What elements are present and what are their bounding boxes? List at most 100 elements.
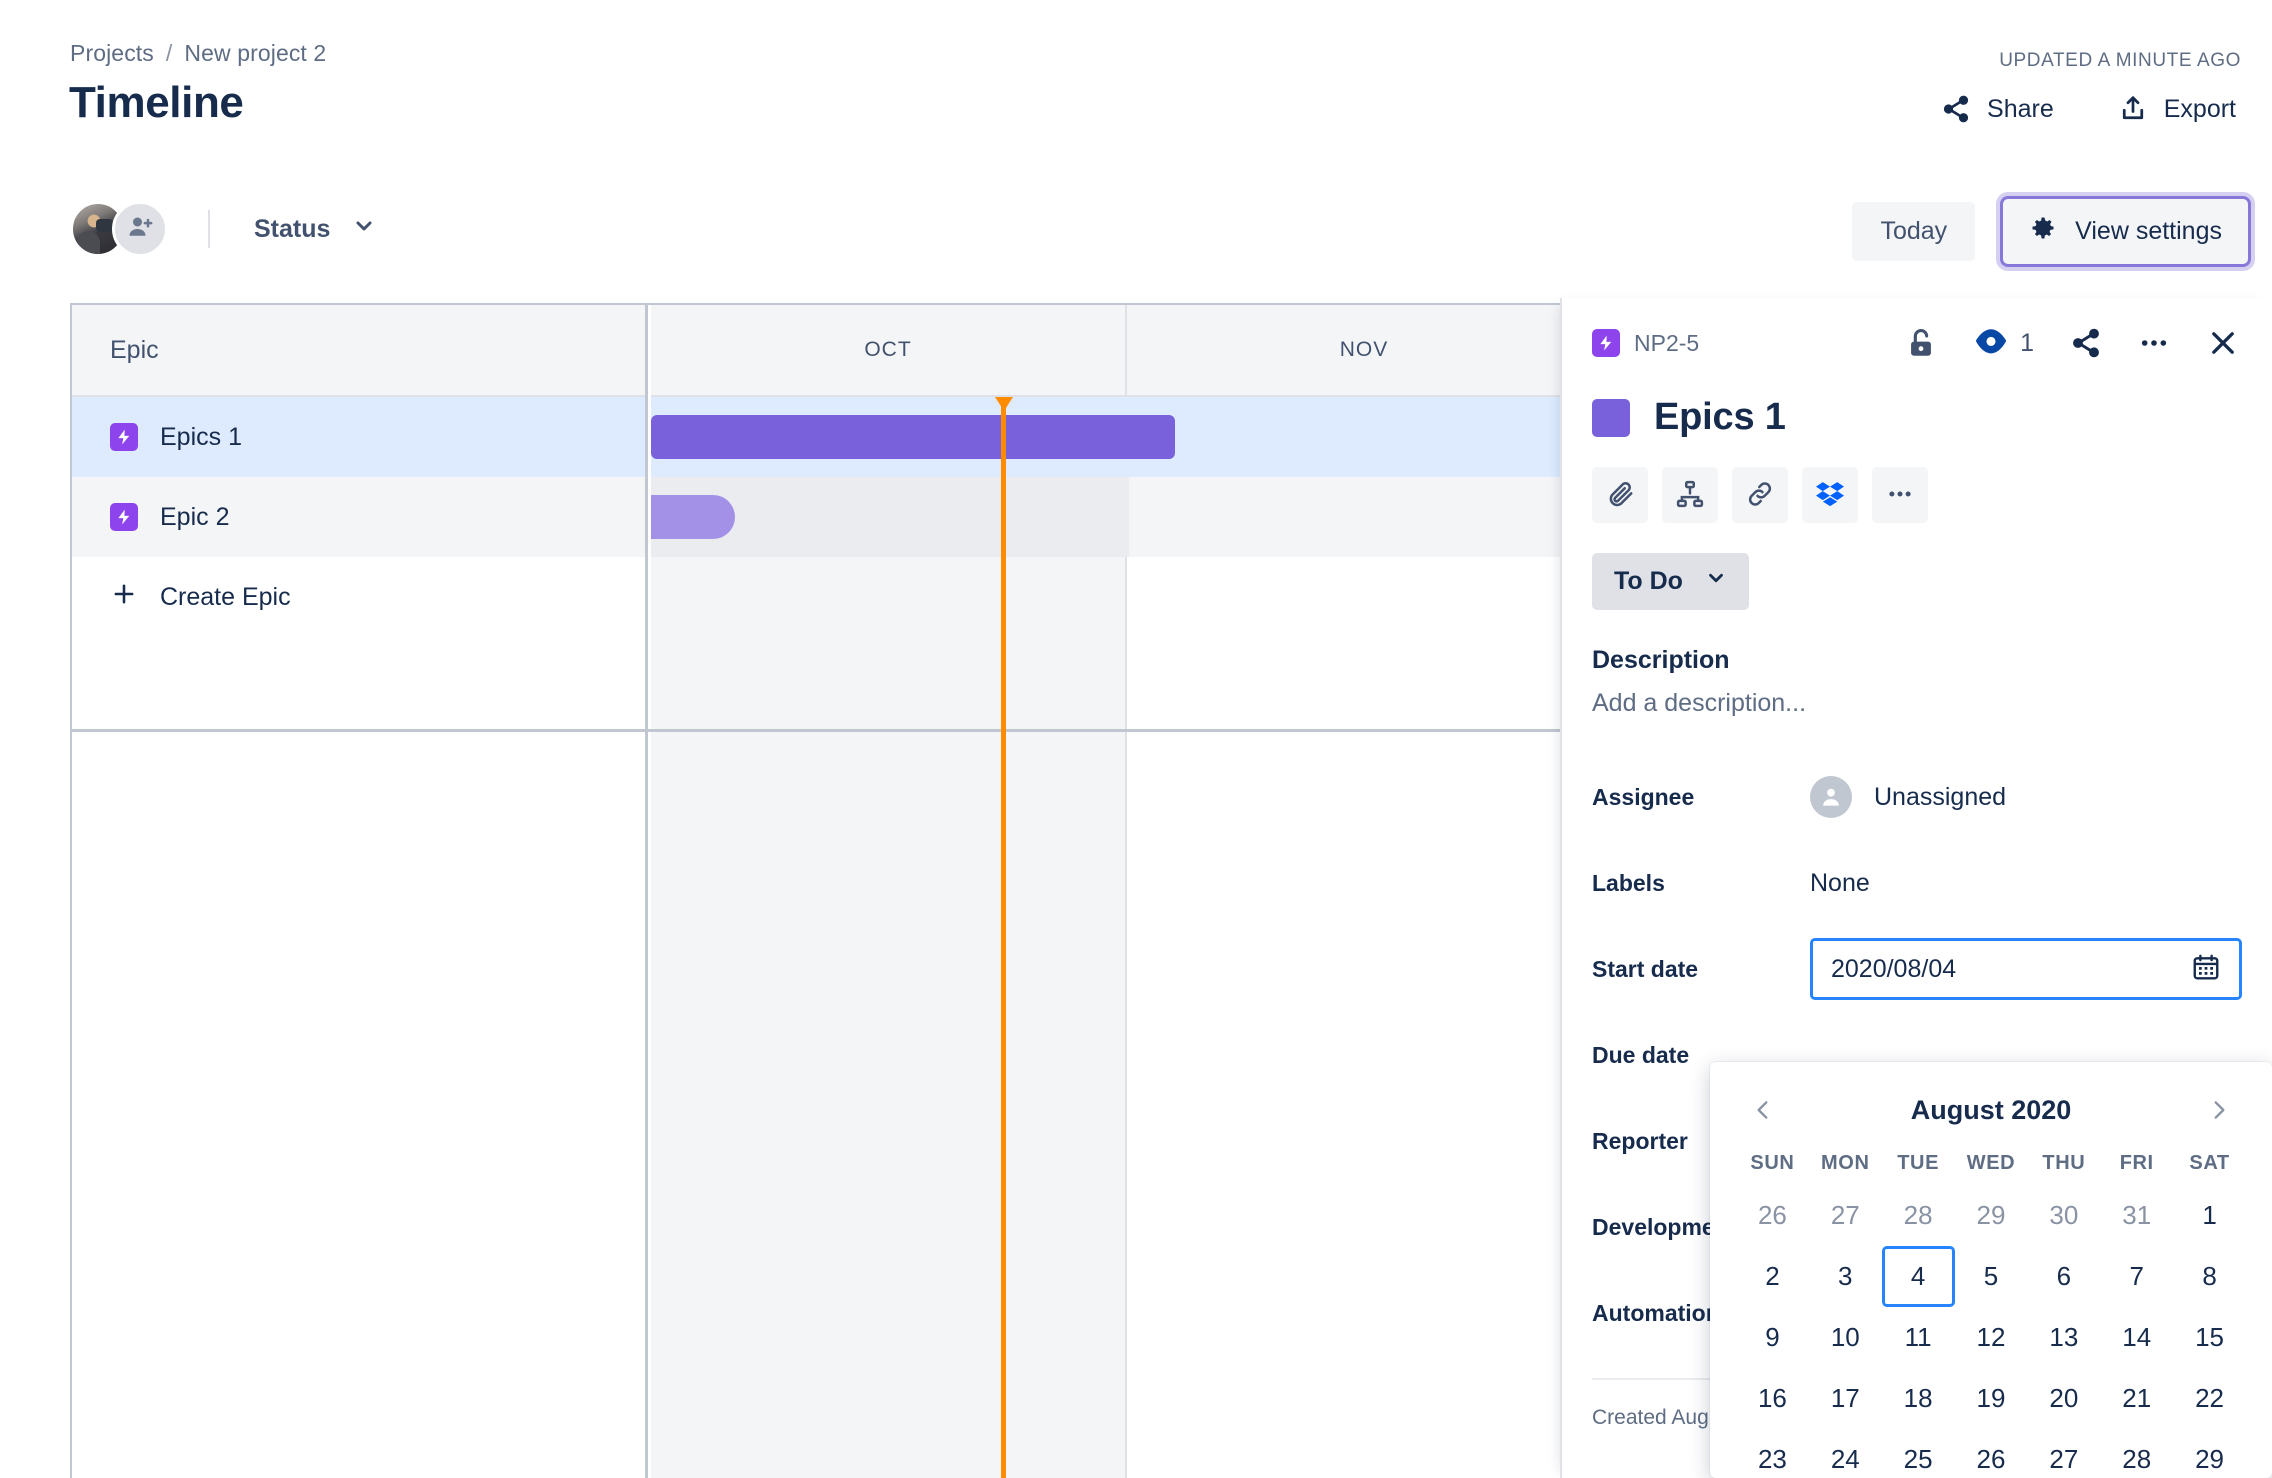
next-month-button[interactable] [2192, 1087, 2246, 1133]
calendar-day-cell[interactable]: 5 [1955, 1246, 2028, 1307]
assignee-label: Assignee [1592, 783, 1695, 810]
calendar-day-cell[interactable]: 7 [2100, 1246, 2173, 1307]
timeline-bar-epics-1[interactable] [651, 415, 1175, 459]
chevron-down-icon [352, 214, 376, 245]
status-filter-dropdown[interactable]: Status [244, 206, 386, 253]
epic-list-item-epic-2[interactable]: Epic 2 [72, 477, 645, 557]
calendar-header: August 2020 [1736, 1082, 2246, 1138]
calendar-day-name: THU [2042, 1152, 2086, 1174]
issue-title[interactable]: Epics 1 [1654, 396, 1786, 439]
calendar-day-cell[interactable]: 17 [1809, 1368, 1882, 1429]
calendar-day-names: SUN MON TUE WED THU FRI SAT [1736, 1138, 2246, 1185]
gear-icon [2029, 214, 2057, 249]
epic-list-item-epics-1[interactable]: Epics 1 [72, 397, 645, 477]
more-options-icon[interactable] [2136, 325, 2172, 361]
epic-color-swatch[interactable] [1592, 398, 1630, 437]
close-icon[interactable] [2204, 324, 2242, 362]
month-header-nov: NOV [1127, 305, 1603, 395]
link-icon [1745, 479, 1775, 512]
calendar-day-cell[interactable]: 21 [2100, 1368, 2173, 1429]
calendar-day-cell[interactable]: 18 [1882, 1368, 1955, 1429]
calendar-day-cell[interactable]: 31 [2100, 1185, 2173, 1246]
status-filter-label: Status [254, 214, 331, 243]
calendar-day-cell[interactable]: 27 [2027, 1429, 2100, 1478]
calendar-day-cell[interactable]: 8 [2173, 1246, 2246, 1307]
calendar-day-cell[interactable]: 27 [1809, 1185, 1882, 1246]
calendar-icon[interactable] [2191, 952, 2221, 987]
start-date-label: Start date [1592, 955, 1699, 982]
calendar-day-cell[interactable]: 14 [2100, 1307, 2173, 1368]
add-people-button[interactable] [112, 201, 168, 257]
calendar-day-cell[interactable]: 12 [1955, 1307, 2028, 1368]
calendar-day-cell[interactable]: 29 [1955, 1185, 2028, 1246]
calendar-day-cell[interactable]: 1 [2173, 1185, 2246, 1246]
panel-header: NP2-5 1 [1562, 298, 2272, 362]
share-icon[interactable] [2068, 325, 2104, 361]
labels-value[interactable]: None [1810, 869, 1870, 898]
calendar-day-cell[interactable]: 23 [1736, 1429, 1809, 1478]
view-settings-button[interactable]: View settings [2003, 199, 2248, 264]
epic-list-item-label: Epic 2 [160, 502, 230, 531]
epic-column-header: Epic [72, 305, 645, 397]
start-date-input[interactable] [1831, 954, 2191, 984]
panel-header-actions: 1 [1902, 324, 2242, 362]
calendar-day-name: WED [1966, 1152, 2016, 1174]
share-icon [1941, 94, 1971, 124]
issue-key-link[interactable]: NP2-5 [1592, 329, 1699, 357]
calendar-day-cell[interactable]: 30 [2027, 1185, 2100, 1246]
export-icon [2118, 94, 2148, 124]
month-band-nov [1129, 397, 1605, 1478]
calendar-day-cell[interactable]: 26 [1736, 1185, 1809, 1246]
calendar-day-cell[interactable]: 22 [2173, 1368, 2246, 1429]
breadcrumb-project[interactable]: New project 2 [184, 40, 326, 67]
status-label: To Do [1614, 567, 1683, 595]
calendar-day-cell[interactable]: 29 [2173, 1429, 2246, 1478]
calendar-day-name: TUE [1897, 1152, 1940, 1174]
link-issue-button[interactable] [1732, 467, 1788, 523]
calendar-day-cell[interactable]: 20 [2027, 1368, 2100, 1429]
watchers-button[interactable]: 1 [1972, 325, 2036, 362]
dropbox-icon [1815, 479, 1845, 512]
epic-list-item-label: Epics 1 [160, 422, 242, 451]
share-button[interactable]: Share [1933, 88, 2062, 130]
calendar-day-cell[interactable]: 25 [1882, 1429, 1955, 1478]
calendar-day-cell[interactable]: 2 [1736, 1246, 1809, 1307]
calendar-day-cell[interactable]: 10 [1809, 1307, 1882, 1368]
calendar-day-cell[interactable]: 24 [1809, 1429, 1882, 1478]
calendar-day-cell[interactable]: 6 [2027, 1246, 2100, 1307]
start-date-field[interactable] [1810, 938, 2242, 1000]
create-epic-button[interactable]: Create Epic [72, 557, 645, 637]
create-epic-label: Create Epic [160, 582, 291, 611]
today-indicator-line [1001, 397, 1006, 1478]
previous-month-button[interactable] [1736, 1087, 1790, 1133]
unlock-icon[interactable] [1902, 324, 1940, 362]
calendar-day-cell[interactable]: 15 [2173, 1307, 2246, 1368]
calendar-day-cell[interactable]: 3 [1809, 1246, 1882, 1307]
description-placeholder[interactable]: Add a description... [1562, 675, 2272, 718]
calendar-day-cell[interactable]: 19 [1955, 1368, 2028, 1429]
calendar-day-cell[interactable]: 26 [1955, 1429, 2028, 1478]
ellipsis-icon [1885, 479, 1915, 512]
calendar-day-cell[interactable]: 9 [1736, 1307, 1809, 1368]
calendar-day-cell[interactable]: 4 [1881, 1246, 1955, 1307]
add-child-issue-button[interactable] [1662, 467, 1718, 523]
chevron-down-icon [1705, 567, 1727, 596]
export-button[interactable]: Export [2110, 88, 2244, 130]
attach-button[interactable] [1592, 467, 1648, 523]
avatar-group: Status [70, 201, 386, 257]
calendar-day-cell[interactable]: 28 [2100, 1429, 2173, 1478]
calendar-day-cell[interactable]: 28 [1882, 1185, 1955, 1246]
dropbox-button[interactable] [1802, 467, 1858, 523]
assignee-value[interactable]: Unassigned [1810, 776, 2006, 818]
status-dropdown[interactable]: To Do [1592, 553, 1749, 610]
timeline-bar-epic-2[interactable] [651, 495, 735, 539]
today-button[interactable]: Today [1852, 202, 1976, 261]
description-heading: Description [1592, 646, 1730, 674]
breadcrumb-projects[interactable]: Projects [70, 40, 154, 67]
avatar [1810, 776, 1852, 818]
more-actions-button[interactable] [1872, 467, 1928, 523]
calendar-day-cell[interactable]: 13 [2027, 1307, 2100, 1368]
issue-action-buttons [1562, 439, 2272, 523]
calendar-day-cell[interactable]: 16 [1736, 1368, 1809, 1429]
calendar-day-cell[interactable]: 11 [1882, 1307, 1955, 1368]
